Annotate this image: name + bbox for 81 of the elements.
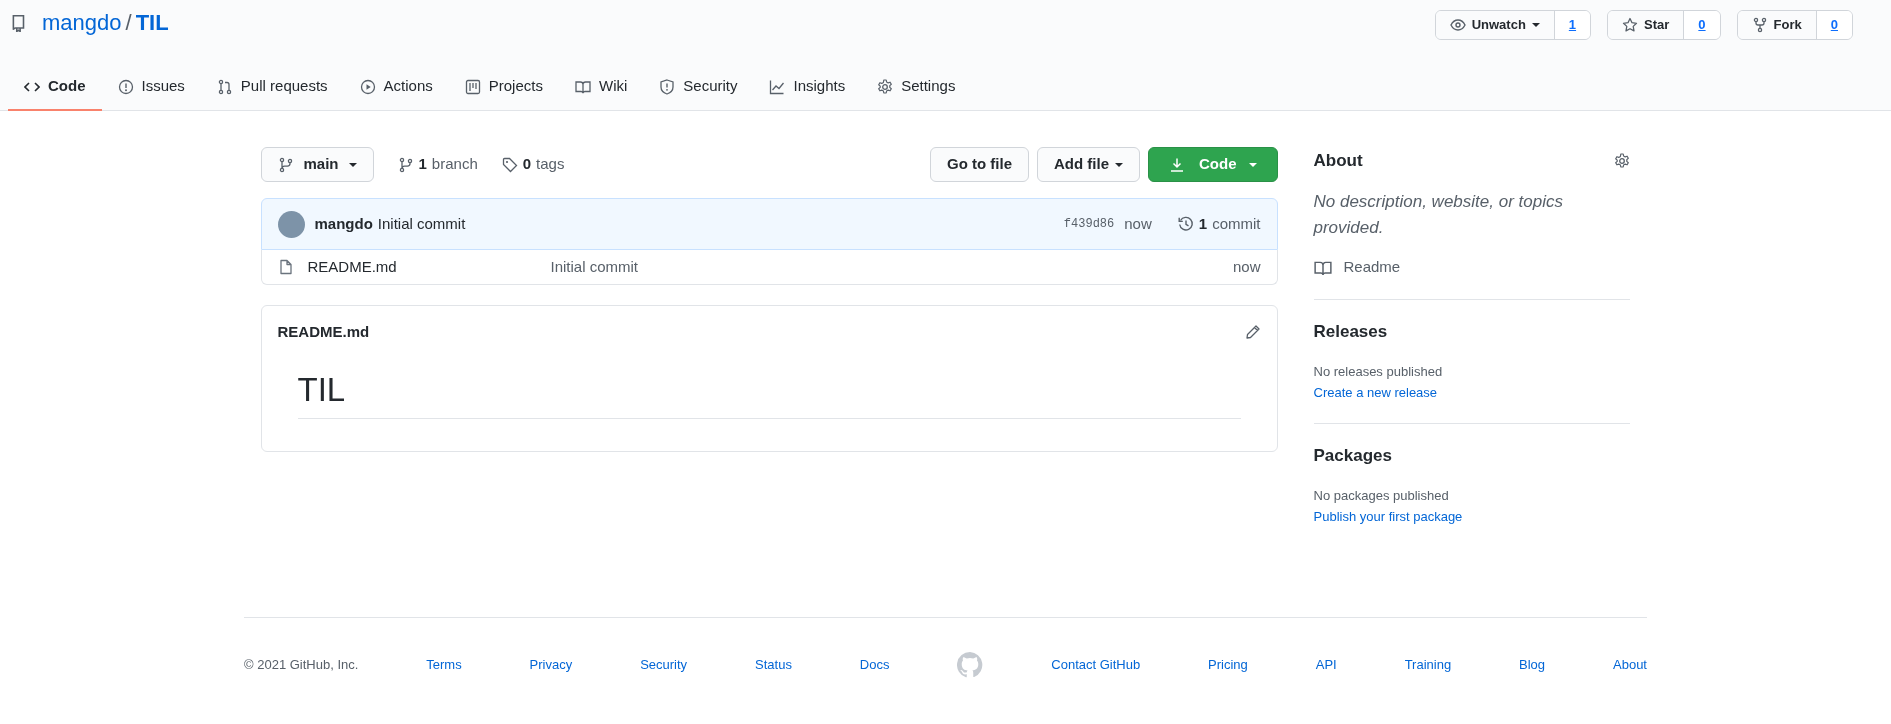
wiki-icon bbox=[574, 78, 591, 95]
add-file-button[interactable]: Add file bbox=[1037, 147, 1140, 182]
section-heading: Releases bbox=[1313, 321, 1389, 343]
footer-link[interactable]: About bbox=[1613, 654, 1647, 675]
caret-icon bbox=[1531, 23, 1540, 27]
section-text: No packages published bbox=[1313, 487, 1450, 506]
file-time: now bbox=[1232, 256, 1261, 277]
file-name-link[interactable]: README.md bbox=[307, 255, 551, 279]
nav-tab[interactable]: Projects bbox=[448, 64, 559, 111]
star-button[interactable]: Star bbox=[1608, 11, 1685, 39]
footer-link[interactable]: Privacy bbox=[529, 654, 573, 675]
watch-icon bbox=[1449, 17, 1466, 33]
path-separator: / bbox=[125, 9, 132, 37]
section-text: No releases published bbox=[1313, 363, 1444, 382]
commit-time: now bbox=[1124, 213, 1152, 234]
fork-count[interactable]: 0 bbox=[1816, 11, 1852, 39]
section-heading: Packages bbox=[1313, 445, 1393, 467]
footer-link[interactable]: Contact GitHub bbox=[1051, 654, 1141, 675]
about-heading: About bbox=[1313, 151, 1363, 172]
history-icon bbox=[1177, 216, 1194, 232]
fork-button[interactable]: Fork bbox=[1737, 11, 1817, 39]
readme-filename: README.md bbox=[277, 321, 370, 342]
pulls-icon bbox=[216, 78, 233, 95]
repo-name-link[interactable]: TIL bbox=[135, 6, 169, 39]
branch-dropdown[interactable]: main bbox=[260, 147, 374, 182]
edit-button[interactable] bbox=[1244, 324, 1261, 340]
repo-description: No description, website, or topics provided. bbox=[1313, 191, 1564, 239]
readme-heading: TIL bbox=[297, 370, 1241, 419]
tag-icon bbox=[501, 156, 518, 173]
section-link[interactable]: Publish your first package bbox=[1313, 508, 1463, 524]
settings-icon bbox=[1613, 153, 1630, 170]
nav-tab[interactable]: Pull requests bbox=[200, 64, 344, 111]
star-count[interactable]: 0 bbox=[1684, 11, 1720, 39]
footer-link[interactable]: Terms bbox=[426, 654, 462, 675]
branches-link[interactable]: 1 branch bbox=[397, 153, 478, 176]
nav-tab[interactable]: Wiki bbox=[558, 64, 644, 111]
tags-link[interactable]: 0 tags bbox=[501, 153, 565, 176]
caret-icon bbox=[1115, 162, 1123, 167]
footer-link[interactable]: API bbox=[1315, 654, 1337, 675]
commit-message-link[interactable]: Initial commit bbox=[377, 212, 466, 236]
avatar bbox=[277, 210, 305, 238]
watch-button[interactable]: Unwatch bbox=[1435, 11, 1555, 39]
pencil-icon bbox=[1244, 324, 1261, 340]
caret-icon bbox=[1248, 162, 1257, 167]
footer-link[interactable]: Security bbox=[640, 654, 688, 675]
security-icon bbox=[659, 78, 676, 95]
copyright-text: © 2021 GitHub, Inc. bbox=[244, 655, 359, 674]
watch-count[interactable]: 1 bbox=[1554, 11, 1591, 39]
commit-sha-link[interactable]: f439d86 bbox=[1063, 215, 1115, 233]
file-icon bbox=[277, 259, 294, 275]
readme-link[interactable]: Readme bbox=[1313, 256, 1630, 279]
nav-tab[interactable]: Issues bbox=[101, 64, 201, 111]
repo-owner-link[interactable]: mangdo bbox=[42, 6, 122, 39]
issues-icon bbox=[117, 78, 134, 95]
file-commit-message-link[interactable]: Initial commit bbox=[550, 255, 639, 279]
commit-author-link[interactable]: mangdo bbox=[314, 212, 373, 236]
go-to-file-button[interactable]: Go to file bbox=[930, 147, 1029, 182]
caret-icon bbox=[348, 162, 357, 167]
nav-tab[interactable]: Settings bbox=[861, 64, 972, 111]
footer-link[interactable]: Blog bbox=[1519, 654, 1546, 675]
actions-icon bbox=[359, 78, 376, 95]
branch-icon bbox=[397, 156, 414, 173]
nav-tab[interactable]: Security bbox=[643, 64, 754, 111]
footer-link[interactable]: Docs bbox=[859, 654, 890, 675]
star-icon bbox=[1622, 17, 1639, 33]
footer-link[interactable]: Pricing bbox=[1208, 654, 1248, 675]
branch-icon bbox=[277, 156, 294, 173]
nav-tab[interactable]: Code bbox=[8, 64, 102, 111]
fork-icon bbox=[1751, 17, 1768, 33]
projects-icon bbox=[464, 78, 481, 95]
footer-link[interactable]: Training bbox=[1404, 654, 1452, 675]
nav-tab[interactable]: Actions bbox=[343, 64, 449, 111]
commits-link[interactable]: 1 commit bbox=[1177, 212, 1261, 236]
download-icon bbox=[1169, 156, 1185, 173]
nav-tab[interactable]: Insights bbox=[753, 64, 862, 111]
footer-link[interactable]: Status bbox=[755, 654, 792, 675]
section-link[interactable]: Create a new release bbox=[1313, 384, 1438, 400]
settings-icon bbox=[877, 78, 894, 95]
about-settings-button[interactable] bbox=[1613, 153, 1630, 170]
insights-icon bbox=[769, 78, 786, 95]
github-logo-icon bbox=[957, 651, 984, 678]
